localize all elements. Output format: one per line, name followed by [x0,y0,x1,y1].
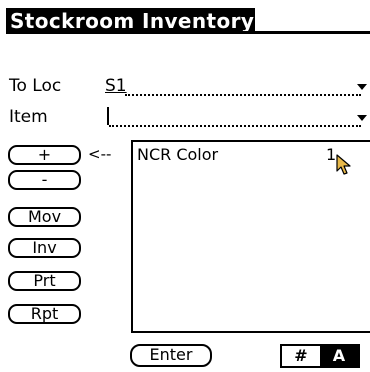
title-divider [6,31,370,34]
item-field[interactable] [103,104,367,128]
to-loc-label: To Loc [9,76,62,96]
list-item[interactable]: NCR Color 1 [133,146,369,166]
mouse-pointer-icon [336,154,351,175]
report-button[interactable]: Rpt [8,304,81,324]
inventory-list[interactable]: NCR Color 1 [131,140,370,333]
selection-arrow-indicator: <-- [88,145,112,163]
alpha-mode-button[interactable]: A [320,346,358,366]
enter-button[interactable]: Enter [130,344,212,367]
to-loc-dropdown-arrow-icon[interactable] [357,84,367,90]
inventory-button[interactable]: Inv [8,238,81,258]
plus-button[interactable]: + [8,145,81,165]
to-loc-value: S1 [105,76,127,96]
to-loc-underline [125,94,361,96]
item-label: Item [9,107,48,127]
minus-button[interactable]: - [8,170,81,190]
print-button[interactable]: Prt [8,271,81,291]
move-button[interactable]: Mov [8,207,81,227]
item-underline [109,125,361,127]
to-loc-dropdown[interactable]: S1 [103,74,367,96]
text-cursor [107,107,109,125]
numeric-mode-button[interactable]: # [282,346,320,366]
list-item-name: NCR Color [137,145,219,164]
input-mode-toggle[interactable]: # A [280,344,360,368]
item-dropdown-arrow-icon[interactable] [357,115,367,121]
